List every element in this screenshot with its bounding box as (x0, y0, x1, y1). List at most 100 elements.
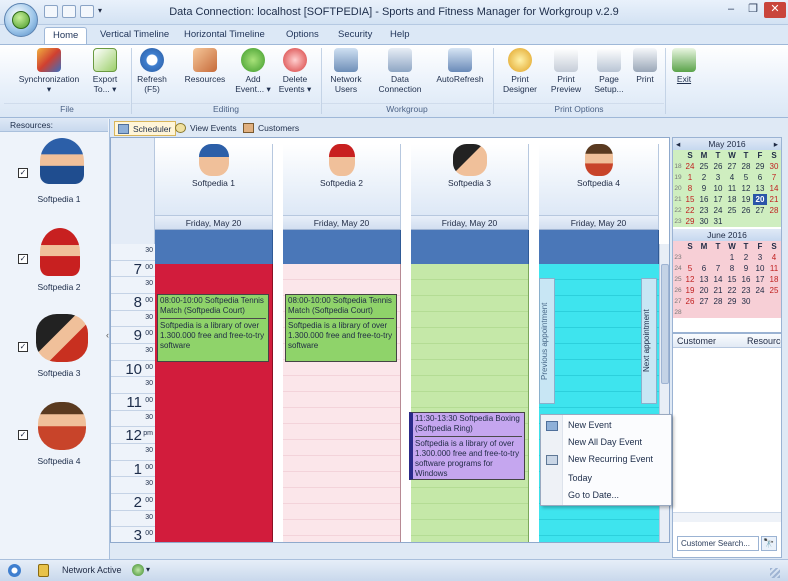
calendar-day[interactable]: 19 (683, 285, 697, 296)
menu-item-new-recurring-event[interactable]: New Recurring Event (541, 451, 671, 468)
resource-checkbox[interactable]: ✓ (18, 342, 28, 352)
calendar-day[interactable]: 13 (753, 183, 767, 194)
calendar-day[interactable]: 10 (711, 183, 725, 194)
calendar-day[interactable]: 14 (767, 183, 781, 194)
calendar-day[interactable]: 17 (711, 194, 725, 205)
calendar-day[interactable]: 16 (697, 194, 711, 205)
calendar-day[interactable]: 25 (725, 205, 739, 216)
resource-column-header[interactable]: Resource (747, 336, 781, 346)
calendar-day[interactable]: 27 (697, 296, 711, 307)
calendar-day[interactable]: 13 (697, 274, 711, 285)
collapse-panel-arrow-icon[interactable]: ‹ (106, 330, 109, 340)
resource-checkbox[interactable]: ✓ (18, 430, 28, 440)
tab-scheduler[interactable]: Scheduler (114, 121, 177, 136)
add-event-button[interactable]: Add Event... ▾ (234, 48, 272, 94)
network-dropdown-icon[interactable]: ▾ (146, 565, 150, 574)
calendar-day[interactable]: 7 (767, 172, 781, 183)
calendar-day[interactable]: 4 (767, 252, 781, 263)
calendar-day[interactable]: 14 (711, 274, 725, 285)
restore-button[interactable]: ❐ (742, 2, 764, 18)
calendar-day[interactable]: 25 (767, 285, 781, 296)
calendar-day[interactable]: 8 (725, 263, 739, 274)
resource-item[interactable]: ✓ Softpedia 2 (18, 224, 100, 294)
network-users-button[interactable]: Network Users (326, 48, 366, 94)
export-button[interactable]: Export To... ▾ (88, 48, 122, 94)
menu-item-new-all-day-event[interactable]: New All Day Event (541, 434, 671, 451)
calendar-day[interactable]: 27 (725, 161, 739, 172)
calendar-day[interactable]: 9 (697, 183, 711, 194)
calendar-day[interactable]: 1 (683, 172, 697, 183)
calendar-day[interactable]: 1 (725, 252, 739, 263)
resize-grip-icon[interactable] (770, 568, 780, 578)
calendar-day[interactable]: 22 (683, 205, 697, 216)
calendar-day[interactable]: 28 (711, 296, 725, 307)
resource-item[interactable]: ✓ Softpedia 4 (18, 400, 100, 470)
calendar-day[interactable]: 25 (697, 161, 711, 172)
tab-customers[interactable]: Customers (240, 121, 303, 136)
exit-button[interactable]: Exit (670, 48, 698, 84)
print-designer-button[interactable]: Print Designer (500, 48, 540, 94)
resource-item[interactable]: ✓ Softpedia 1 (18, 138, 100, 208)
refresh-button[interactable]: Refresh (F5) (134, 48, 170, 94)
calendar-day[interactable]: 17 (753, 274, 767, 285)
resource-checkbox[interactable]: ✓ (18, 168, 28, 178)
calendar-day[interactable]: 21 (767, 194, 781, 205)
customer-search-input[interactable]: Customer Search... (677, 536, 759, 551)
calendar-day[interactable]: 5 (683, 263, 697, 274)
next-month-icon[interactable]: ▸ (774, 138, 778, 150)
print-button[interactable]: Print (630, 48, 660, 84)
calendar-day[interactable]: 12 (683, 274, 697, 285)
calendar-day[interactable]: 19 (739, 194, 753, 205)
appointment-card[interactable]: 08:00-10:00 Softpedia Tennis Match (Soft… (157, 294, 269, 362)
calendar-day[interactable]: 12 (739, 183, 753, 194)
calendar-day[interactable]: 30 (739, 296, 753, 307)
calendar-grid-june[interactable]: S M T W T F S 23 1 2 3 4 24 5 6 7 8 9 10 11 25 12 13 14 15 16 17 18… (673, 241, 781, 318)
calendar-day[interactable]: 28 (767, 205, 781, 216)
calendar-day[interactable]: 3 (711, 172, 725, 183)
previous-month-icon[interactable]: ◂ (676, 138, 680, 150)
resource-item[interactable]: ✓ Softpedia 3 (18, 312, 100, 382)
tab-view-events[interactable]: View Events (172, 121, 241, 136)
scrollbar-thumb[interactable] (661, 264, 669, 384)
calendar-day[interactable]: 31 (711, 216, 725, 227)
calendar-day[interactable]: 23 (739, 285, 753, 296)
calendar-day[interactable]: 10 (753, 263, 767, 274)
calendar-day[interactable]: 26 (739, 205, 753, 216)
calendar-day[interactable]: 18 (767, 274, 781, 285)
calendar-day[interactable]: 4 (725, 172, 739, 183)
calendar-day[interactable]: 7 (711, 263, 725, 274)
calendar-day[interactable]: 26 (683, 296, 697, 307)
calendar-day[interactable]: 9 (739, 263, 753, 274)
calendar-day[interactable]: 6 (753, 172, 767, 183)
tab-vertical-timeline[interactable]: Vertical Timeline (92, 27, 177, 45)
all-day-area[interactable] (155, 230, 273, 264)
delete-events-button[interactable]: Delete Events ▾ (276, 48, 314, 94)
calendar-day[interactable]: 24 (753, 285, 767, 296)
calendar-day[interactable]: 29 (753, 161, 767, 172)
tab-home[interactable]: Home (44, 27, 88, 45)
next-appointment-button[interactable]: Next appointment (641, 278, 657, 404)
refresh-status-icon[interactable] (8, 564, 21, 577)
calendar-day[interactable]: 6 (697, 263, 711, 274)
appointment-card[interactable]: 11:30-13:30 Softpedia Boxing (Softpedia … (409, 412, 525, 480)
calendar-day[interactable]: 2 (739, 252, 753, 263)
all-day-area[interactable] (539, 230, 659, 264)
time-slots-column-3[interactable] (411, 264, 529, 542)
autorefresh-button[interactable]: AutoRefresh (432, 48, 488, 84)
synchronization-button[interactable]: Synchronization ▾ (12, 48, 86, 94)
tab-help[interactable]: Help (382, 27, 418, 45)
appointment-card[interactable]: 08:00-10:00 Softpedia Tennis Match (Soft… (285, 294, 397, 362)
menu-item-go-to-date[interactable]: Go to Date... (541, 487, 671, 504)
customer-column-header[interactable]: Customer (677, 336, 716, 346)
calendar-day[interactable]: 11 (767, 263, 781, 274)
menu-item-new-event[interactable]: New Event (541, 417, 671, 434)
calendar-day[interactable]: 2 (697, 172, 711, 183)
mini-calendar[interactable]: ◂ May 2016 ▸ S M T W T F S 18 24 25 26 27 28 29 30 19 1 2… (672, 137, 782, 333)
previous-appointment-button[interactable]: Previous appointment (539, 278, 555, 404)
calendar-day[interactable]: 26 (711, 161, 725, 172)
binoculars-icon[interactable]: 🔭 (761, 536, 777, 551)
menu-item-today[interactable]: Today (541, 470, 671, 487)
all-day-area[interactable] (411, 230, 529, 264)
calendar-day[interactable]: 24 (683, 161, 697, 172)
resource-checkbox[interactable]: ✓ (18, 254, 28, 264)
